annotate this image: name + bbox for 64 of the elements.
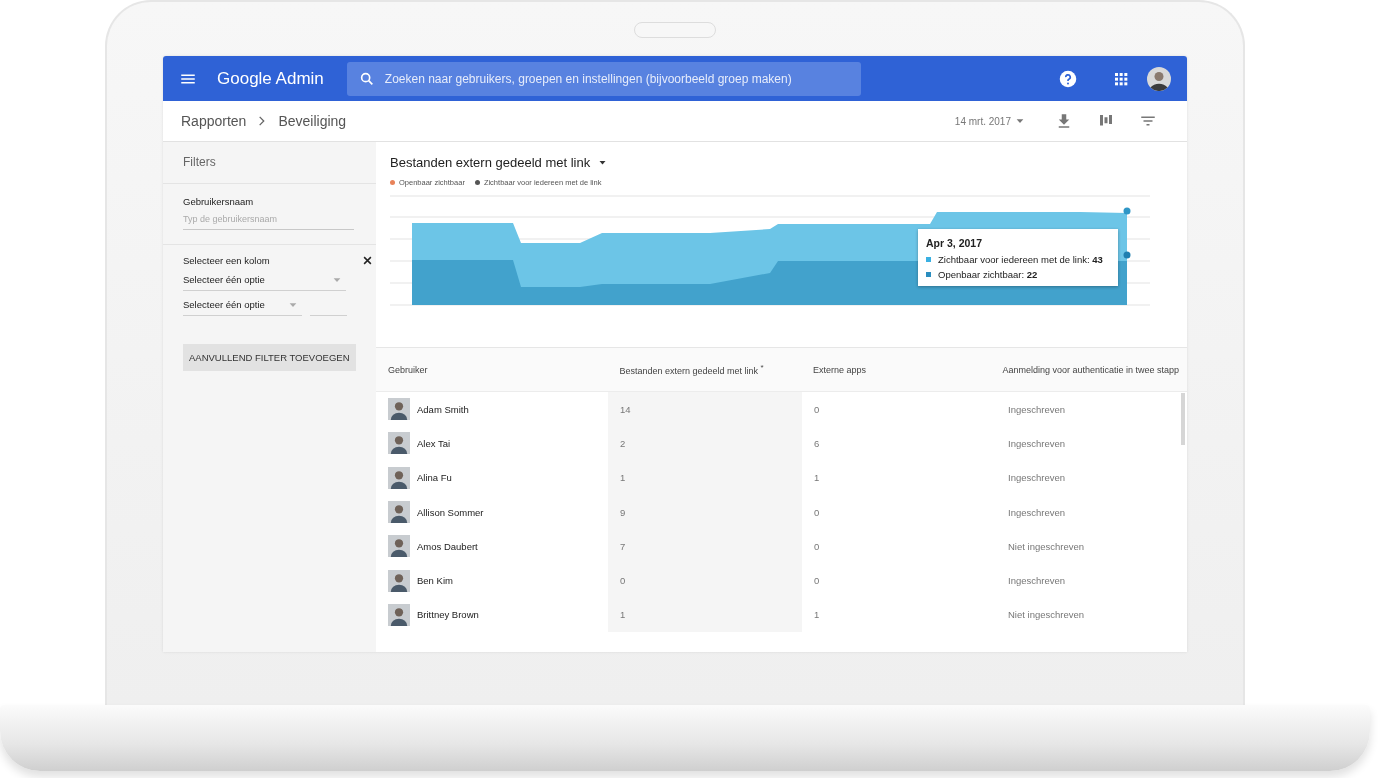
scrollbar[interactable]	[1181, 393, 1185, 445]
avatar-icon	[388, 501, 410, 524]
avatar-icon[interactable]	[1147, 66, 1171, 91]
table-cell-text: 0	[813, 574, 821, 589]
table-cell-text: Niet ingeschreven	[1007, 608, 1086, 623]
table-cell: 0	[608, 563, 802, 598]
table-cell-text: Ingeschreven	[1007, 505, 1067, 520]
close-icon[interactable]	[363, 256, 372, 265]
table-cell-text: Niet ingeschreven	[1007, 539, 1086, 554]
column-header[interactable]: Externe apps	[800, 364, 995, 375]
apps-grid-icon[interactable]	[1113, 70, 1129, 87]
table-cell-text: 0	[813, 402, 821, 417]
avatar-icon	[388, 535, 410, 558]
table-cell: 14	[608, 392, 802, 427]
tooltip-date: Apr 3, 2017	[926, 237, 984, 249]
chart-title-dropdown[interactable]: Bestanden extern gedeeld met link	[390, 155, 608, 170]
avatar-icon	[388, 432, 410, 455]
table-cell: 2	[608, 426, 802, 461]
app-logo[interactable]: Google Admin	[217, 68, 324, 89]
column-header[interactable]: Aanmelding voor authenticatie in twee stapp	[994, 364, 1187, 375]
table-cell: 7	[608, 529, 802, 564]
field-label: Selecteer een kolom	[183, 255, 270, 266]
tooltip-text: Openbaar zichtbaar: 22	[938, 269, 1038, 280]
table-cell-text: Ingeschreven	[1007, 574, 1067, 589]
search-field[interactable]: Zoeken naar gebruikers, groepen en instellingen (bijvoorbeeld groep maken)	[384, 71, 849, 86]
avatar-icon	[388, 569, 410, 592]
avatar-icon	[388, 398, 410, 421]
table-cell-text: Ingeschreven	[1007, 436, 1067, 451]
add-filter-button[interactable]: AANVULLEND FILTER TOEVOEGEN	[183, 344, 356, 371]
user-name[interactable]: Ben Kim	[417, 575, 453, 587]
caret-icon	[1015, 116, 1025, 126]
table-cell-text: 1	[813, 608, 821, 623]
panel-title: Filters	[183, 155, 217, 169]
search-icon	[358, 70, 375, 87]
table-cell: 9	[608, 494, 802, 530]
table-cell-text: 6	[813, 436, 821, 451]
table-cell-text: Ingeschreven	[1007, 402, 1067, 417]
user-name[interactable]: Amos Daubert	[417, 540, 478, 552]
user-name[interactable]: Allison Sommer	[417, 506, 484, 518]
table-cell-text: 1	[813, 471, 821, 486]
date-dropdown[interactable]: 14 mrt. 2017	[954, 115, 1025, 127]
table-cell-text: Ingeschreven	[1007, 471, 1067, 486]
table-cell: 1	[608, 597, 802, 633]
user-name[interactable]: Alex Tai	[417, 437, 451, 449]
table-cell-text: 0	[813, 539, 821, 554]
search-bar[interactable]: Zoeken naar gebruikers, groepen en instellingen (bijvoorbeeld groep maken)	[346, 61, 861, 96]
username-field[interactable]: Typ de gebruikersnaam	[183, 212, 354, 230]
avatar-icon	[388, 466, 410, 489]
column-header[interactable]: Bestanden extern gedeeld met link $^{*}$	[607, 363, 801, 376]
table-cell: 1	[608, 460, 802, 495]
caret-icon	[598, 158, 608, 167]
breadcrumb-link[interactable]: Rapporten	[181, 113, 247, 129]
field-label: Gebruikersnaam	[183, 196, 255, 207]
column-header[interactable]: Gebruiker	[376, 364, 608, 375]
user-name[interactable]: Alina Fu	[417, 472, 452, 484]
user-name[interactable]: Brittney Brown	[417, 609, 479, 621]
help-icon[interactable]	[1059, 69, 1077, 88]
dropdown[interactable]: Selecteer één optie	[183, 271, 346, 291]
user-name[interactable]: Adam Smith	[417, 403, 469, 415]
breadcrumb-link[interactable]: Beveiliging	[278, 113, 347, 129]
table-cell-text: 0	[813, 505, 821, 520]
dropdown[interactable]: Selecteer één optie	[183, 296, 302, 316]
avatar-icon	[388, 603, 410, 626]
tooltip-text: Zichtbaar voor iedereen met de link: 43	[938, 254, 1103, 265]
